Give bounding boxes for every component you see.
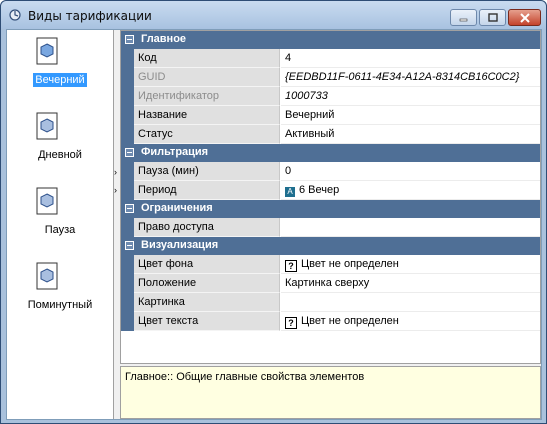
property-value[interactable]: Картинка сверху: [281, 274, 540, 293]
property-name: Период: [134, 181, 280, 200]
maximize-icon: [487, 12, 498, 22]
property-name: Код: [134, 49, 280, 68]
tariff-label: Пауза: [44, 224, 76, 236]
property-value: {EEDBD11F-0611-4E34-A12A-8314CB16C0C2}: [281, 68, 540, 87]
property-row-position[interactable]: Положение Картинка сверху: [121, 274, 540, 293]
property-value: 1000733: [281, 87, 540, 106]
tariff-item-day[interactable]: Дневной: [7, 105, 113, 180]
period-icon: A: [285, 187, 295, 197]
property-name: Идентификатор: [134, 87, 280, 106]
property-value[interactable]: A6 Вечер: [281, 181, 540, 200]
property-row-status[interactable]: Статус Активный: [121, 125, 540, 144]
property-value[interactable]: [281, 218, 540, 237]
window-title: Виды тарификации: [28, 9, 152, 23]
title-bar[interactable]: Виды тарификации: [1, 1, 546, 29]
property-row-period[interactable]: Период A6 Вечер: [121, 181, 540, 200]
description-panel: Главное:: Общие главные свойства элемент…: [120, 366, 541, 419]
property-name: Статус: [134, 125, 280, 144]
collapse-icon[interactable]: [125, 241, 134, 250]
tariff-label: Поминутный: [27, 299, 93, 311]
property-row-pause[interactable]: Пауза (мин) 0: [121, 162, 540, 181]
property-value[interactable]: ? Цвет не определен: [281, 312, 540, 331]
category-filter[interactable]: Фильтрация: [121, 144, 540, 162]
property-name: GUID: [134, 68, 280, 87]
close-button[interactable]: [508, 9, 541, 26]
tariff-item-perminute[interactable]: Поминутный: [7, 255, 113, 330]
property-row-name[interactable]: Название Вечерний: [121, 106, 540, 125]
property-name: Название: [134, 106, 280, 125]
app-icon: [9, 9, 21, 21]
property-row-guid[interactable]: GUID {EEDBD11F-0611-4E34-A12A-8314CB16C0…: [121, 68, 540, 87]
maximize-button[interactable]: [479, 9, 506, 26]
question-icon: ?: [285, 260, 297, 272]
property-value[interactable]: 0: [281, 162, 540, 181]
property-row-identifier[interactable]: Идентификатор 1000733: [121, 87, 540, 106]
category-restrictions[interactable]: Ограничения: [121, 200, 540, 218]
collapse-icon[interactable]: [125, 204, 134, 213]
property-value[interactable]: Вечерний: [281, 106, 540, 125]
property-row-bgcolor[interactable]: Цвет фона ? Цвет не определен: [121, 255, 540, 274]
client-area: Вечерний Дневной Пауза Поминутный › › Гл…: [6, 29, 542, 420]
property-name: Цвет текста: [134, 312, 280, 331]
description-text: Главное:: Общие главные свойства элемент…: [125, 371, 365, 383]
property-name: Право доступа: [134, 218, 280, 237]
tariff-item-evening[interactable]: Вечерний: [7, 30, 113, 105]
minimize-button[interactable]: [450, 9, 477, 26]
window: Виды тарификации Вечерний Дневной Пауза …: [0, 0, 547, 424]
tariff-list: Вечерний Дневной Пауза Поминутный: [7, 30, 114, 419]
category-visualization[interactable]: Визуализация: [121, 237, 540, 255]
property-row-code[interactable]: Код 4: [121, 49, 540, 68]
property-grid: Главное Код 4 GUID {EEDBD11F-0611-4E34-A…: [120, 30, 541, 364]
property-value[interactable]: 4: [281, 49, 540, 68]
collapse-icon[interactable]: [125, 35, 134, 44]
question-icon: ?: [285, 317, 297, 329]
category-main[interactable]: Главное: [121, 31, 540, 49]
property-value[interactable]: ? Цвет не определен: [281, 255, 540, 274]
property-name: Пауза (мин): [134, 162, 280, 181]
tariff-item-pause[interactable]: Пауза: [7, 180, 113, 255]
splitter-arrow-icon[interactable]: ›: [114, 167, 117, 177]
property-row-textcolor[interactable]: Цвет текста ? Цвет не определен: [121, 312, 540, 331]
splitter-arrow-icon[interactable]: ›: [114, 185, 117, 195]
property-row-access[interactable]: Право доступа: [121, 218, 540, 237]
property-name: Картинка: [134, 293, 280, 312]
property-value[interactable]: Активный: [281, 125, 540, 144]
property-row-image[interactable]: Картинка: [121, 293, 540, 312]
tariff-icon: [36, 37, 58, 65]
tariff-icon: [36, 262, 58, 290]
property-value[interactable]: [281, 293, 540, 312]
tariff-label: Дневной: [38, 149, 82, 161]
tariff-label: Вечерний: [33, 73, 87, 87]
tariff-icon: [36, 187, 58, 215]
tariff-icon: [36, 112, 58, 140]
property-name: Цвет фона: [134, 255, 280, 274]
collapse-icon[interactable]: [125, 148, 134, 157]
minimize-icon: [459, 18, 467, 21]
close-icon: [519, 12, 530, 23]
property-name: Положение: [134, 274, 280, 293]
